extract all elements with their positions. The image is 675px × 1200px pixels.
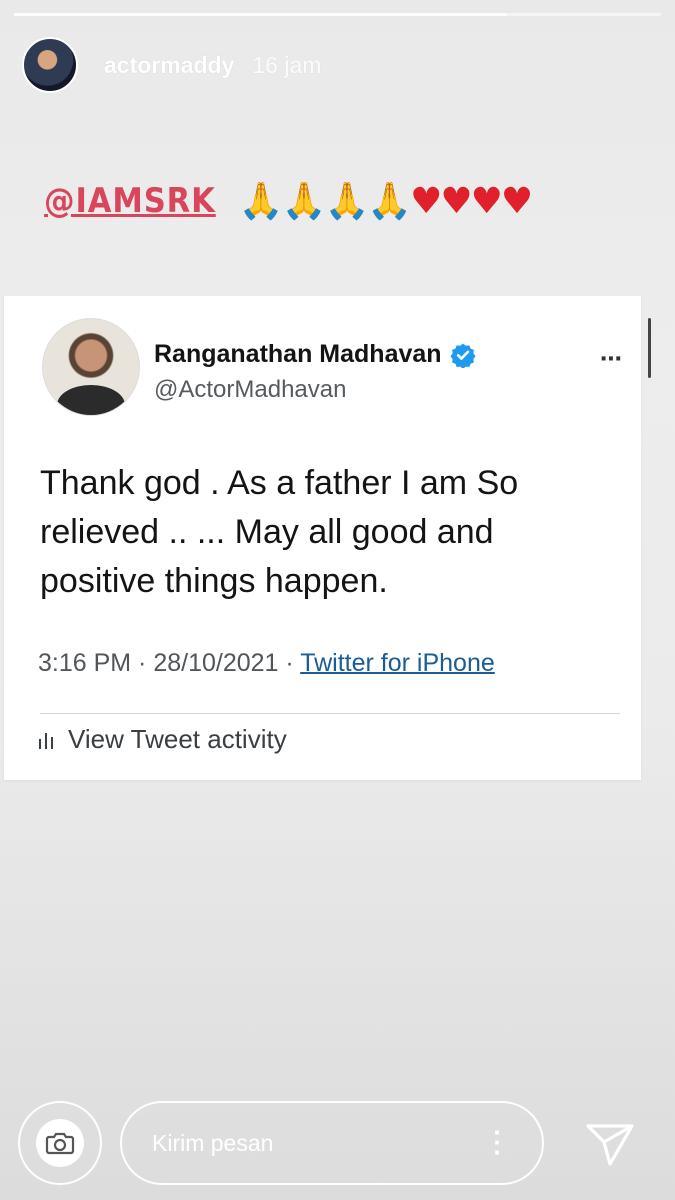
more-options-icon[interactable]: ⋯ xyxy=(600,346,623,372)
story-progress-bar xyxy=(14,13,661,16)
emoji-row: 🙏🙏🙏🙏♥♥♥♥ xyxy=(238,180,533,222)
mention-link[interactable]: @IAMSRK xyxy=(44,181,216,221)
activity-label: View Tweet activity xyxy=(68,724,287,754)
tweet-source-link[interactable]: Twitter for iPhone xyxy=(300,649,495,677)
message-input[interactable]: Kirim pesan · · · xyxy=(120,1101,544,1185)
heart-emoji: ♥♥♥♥ xyxy=(410,181,533,222)
tweet-meta: 3:16 PM · 28/10/2021 · Twitter for iPhon… xyxy=(38,649,495,678)
tweet-avatar xyxy=(42,318,140,416)
avatar[interactable] xyxy=(22,37,78,93)
verified-badge-icon xyxy=(449,343,476,368)
camera-icon xyxy=(36,1119,84,1167)
story-progress-fill xyxy=(14,13,506,16)
message-placeholder: Kirim pesan xyxy=(152,1130,274,1156)
scroll-indicator xyxy=(648,318,651,378)
folded-hands-emoji: 🙏🙏🙏🙏 xyxy=(238,181,412,222)
bar-chart-icon xyxy=(39,732,53,749)
tweet-text: Thank god . As a father I am So relieved… xyxy=(40,464,519,600)
tweet-card: Ranganathan Madhavan @ActorMadhavan ⋯ Th… xyxy=(4,296,641,780)
story-header: actormaddy 16 jam xyxy=(22,36,321,94)
story-username[interactable]: actormaddy xyxy=(104,52,234,79)
more-vertical-icon[interactable]: · · · xyxy=(493,1119,502,1165)
reply-bar: Kirim pesan · · · xyxy=(0,1060,675,1200)
story-caption: @IAMSRK 🙏🙏🙏🙏♥♥♥♥ xyxy=(44,180,533,222)
tweet-name-row: Ranganathan Madhavan xyxy=(154,340,476,369)
tweet-display-name: Ranganathan Madhavan xyxy=(154,340,442,368)
tweet-divider xyxy=(40,713,620,714)
camera-button[interactable] xyxy=(18,1101,102,1185)
story-time: 16 jam xyxy=(252,51,322,78)
tweet-timestamp: 3:16 PM · 28/10/2021 · xyxy=(38,649,301,677)
view-tweet-activity[interactable]: View Tweet activity xyxy=(38,724,287,755)
tweet-handle: @ActorMadhavan xyxy=(154,376,347,403)
send-icon[interactable] xyxy=(584,1118,636,1170)
